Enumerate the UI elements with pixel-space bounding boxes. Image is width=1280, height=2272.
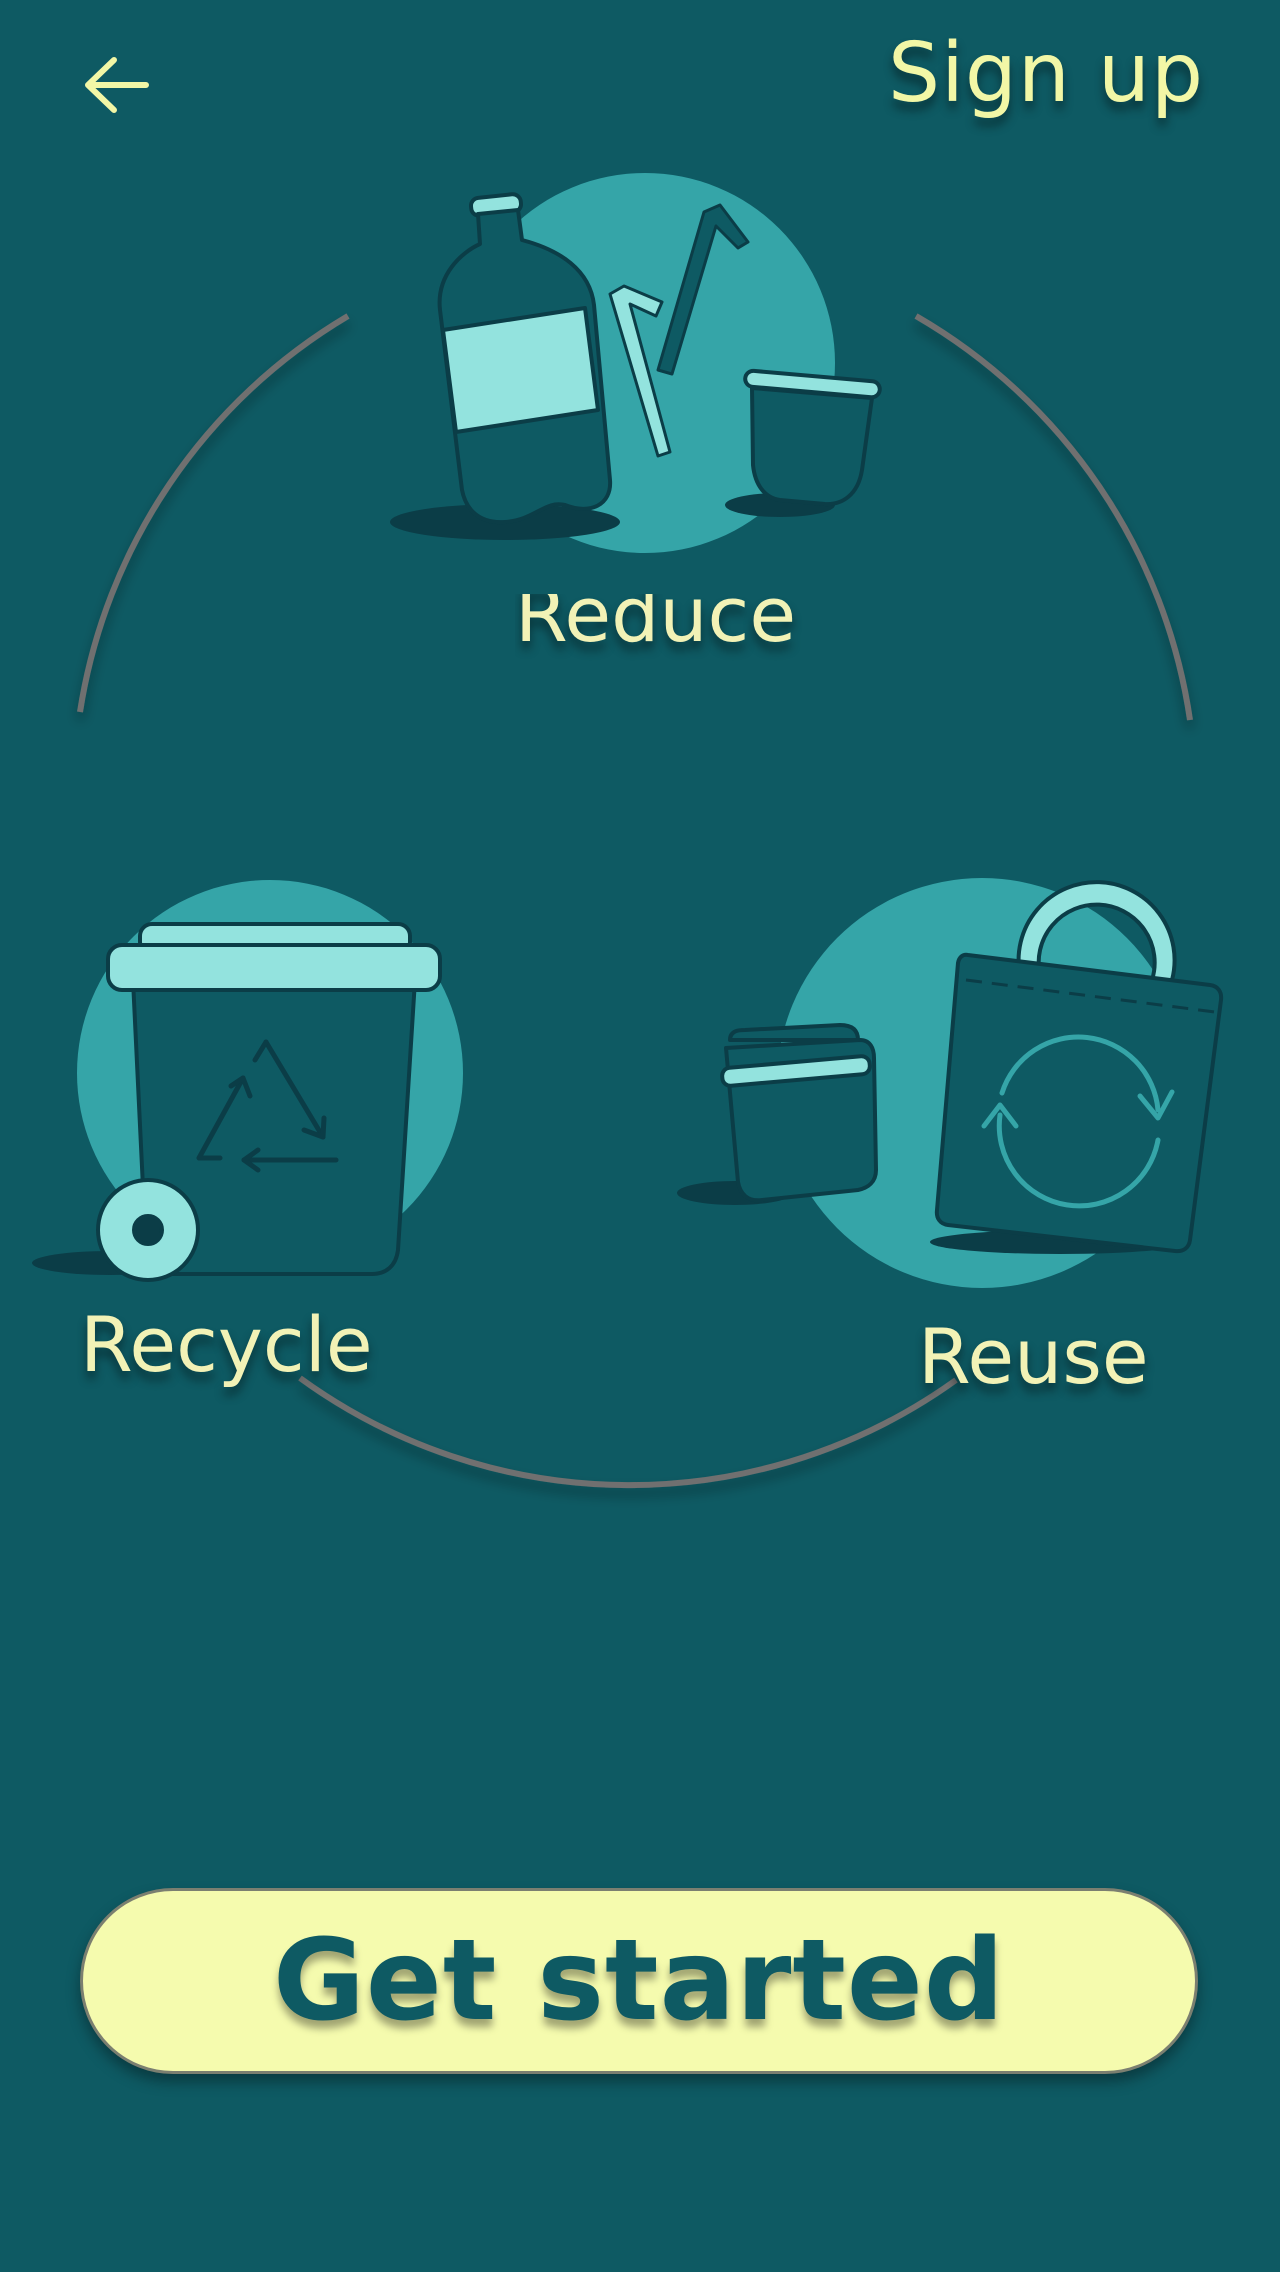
recycle-bin-icon [96, 922, 442, 1282]
reuse-illustration [677, 878, 1224, 1288]
onboarding-screen: Sign up Reduce Recycle Reuse Get started [0, 0, 1280, 2272]
cup-icon [743, 368, 882, 507]
container-icon [720, 1023, 878, 1203]
reuse-label: Reuse [918, 1312, 1149, 1401]
recycle-illustration [32, 880, 463, 1282]
recycle-label: Recycle [80, 1300, 373, 1389]
reduce-illustration [390, 173, 882, 553]
get-started-button[interactable]: Get started [80, 1888, 1198, 2074]
get-started-label: Get started [272, 1916, 1006, 2046]
reduce-label: Reduce [515, 594, 797, 659]
